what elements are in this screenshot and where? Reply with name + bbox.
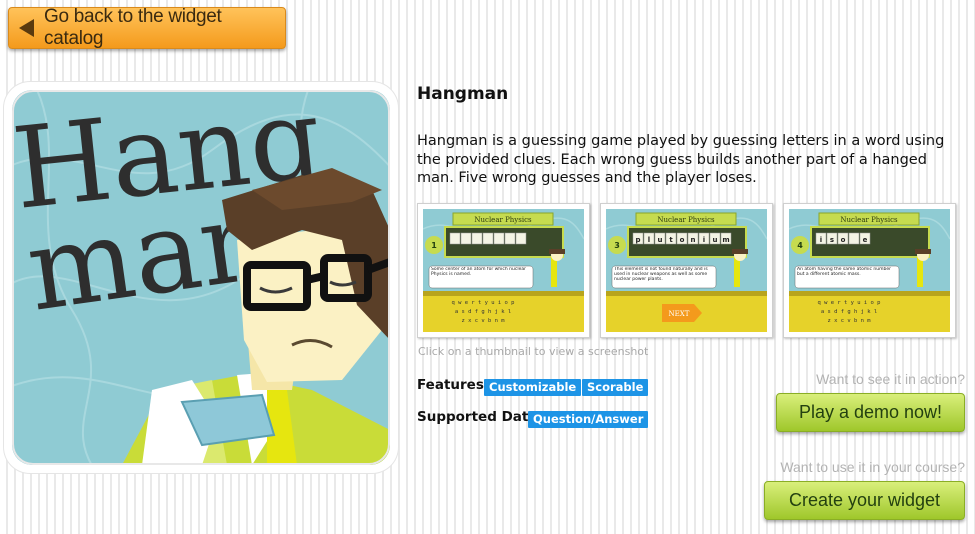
- play-demo-button[interactable]: Play a demo now!: [776, 393, 965, 432]
- thumbnail-question-number: 1: [431, 241, 437, 250]
- create-prompt: Want to use it in your course?: [780, 459, 965, 475]
- svg-text:i: i: [820, 236, 822, 244]
- thumbnail-question-number: 3: [614, 241, 620, 250]
- back-button-label: Go back to the widget catalog: [44, 6, 222, 49]
- svg-text:u: u: [658, 236, 663, 244]
- feature-tag-customizable: Customizable: [484, 379, 582, 396]
- widget-title: Hangman: [417, 84, 509, 104]
- play-demo-label: Play a demo now!: [798, 402, 943, 422]
- demo-prompt: Want to see it in action?: [816, 371, 965, 387]
- features-label: Features:: [417, 377, 490, 393]
- thumbnail-next-label: NEXT: [669, 310, 690, 318]
- thumbnail-keyboard-row: z x c v b n m: [461, 318, 505, 324]
- screenshot-thumbnail-3[interactable]: Nuclear Physics 4 i s o e An atom having the s…: [783, 203, 956, 338]
- hero-illustration: Hang man: [12, 90, 390, 465]
- svg-text:s: s: [830, 236, 834, 244]
- data-tag-question-answer: Question/Answer: [528, 411, 649, 428]
- thumbnail-clue: Some center of an atom for which nuclear…: [431, 267, 526, 277]
- back-to-catalog-button[interactable]: Go back to the widget catalog: [8, 6, 286, 49]
- svg-text:i: i: [703, 236, 705, 244]
- thumbnail-screen: Nuclear Physics 4 i s o e An atom having the s…: [789, 209, 950, 332]
- svg-text:l: l: [648, 236, 650, 244]
- thumbnail-header: Nuclear Physics: [840, 216, 898, 224]
- thumbnail-keyboard-row: q w e r t y u i o p: [452, 300, 515, 306]
- thumbnail-keyboard-row: a s d f g h j k l: [455, 309, 511, 315]
- thumbnail-screen: Nuclear Physics 1 Some center of an atom f…: [423, 209, 584, 332]
- thumbnail-question-number: 4: [797, 241, 803, 250]
- widget-description: Hangman is a guessing game played by gue…: [417, 133, 945, 186]
- svg-text:o: o: [841, 236, 846, 244]
- thumbnail-screen: Nuclear Physics3p l u t o n i u mThis element is…: [606, 209, 767, 332]
- back-arrow-icon: [19, 19, 34, 37]
- screenshot-thumbnail-2[interactable]: Nuclear Physics 3 p l u t o n i u m This element is…: [600, 203, 773, 338]
- svg-text:u: u: [713, 236, 718, 244]
- thumbnail-clue: This element is not found naturally and …: [614, 267, 708, 282]
- thumbnail-header: Nuclear Physics: [657, 216, 715, 224]
- hero-image-frame: Hang man: [4, 82, 398, 473]
- svg-text:n: n: [691, 236, 696, 244]
- create-widget-label: Create your widget: [788, 490, 941, 510]
- svg-text:p: p: [635, 236, 640, 244]
- thumbnail-keyboard-row: q w e r t y u i o p: [818, 300, 881, 306]
- feature-tag-scorable: Scorable: [582, 379, 649, 396]
- screenshot-thumbnail-1[interactable]: Nuclear Physics 1 Some center of an atom f…: [417, 203, 590, 338]
- supported-data-label: Supported Data:: [417, 409, 543, 425]
- thumbnail-keyboard-row: a s d f g h j k l: [821, 309, 877, 315]
- thumbnail-keyboard-row: z x c v b n m: [827, 318, 871, 324]
- thumbnail-clue: An atom having the same atomic number bu…: [797, 267, 891, 277]
- create-widget-button[interactable]: Create your widget: [764, 481, 965, 520]
- svg-text:m: m: [722, 236, 729, 244]
- thumbnail-caption: Click on a thumbnail to view a screensho…: [418, 345, 649, 358]
- svg-text:e: e: [863, 236, 868, 244]
- svg-text:o: o: [680, 236, 685, 244]
- thumbnail-header: Nuclear Physics: [474, 216, 532, 224]
